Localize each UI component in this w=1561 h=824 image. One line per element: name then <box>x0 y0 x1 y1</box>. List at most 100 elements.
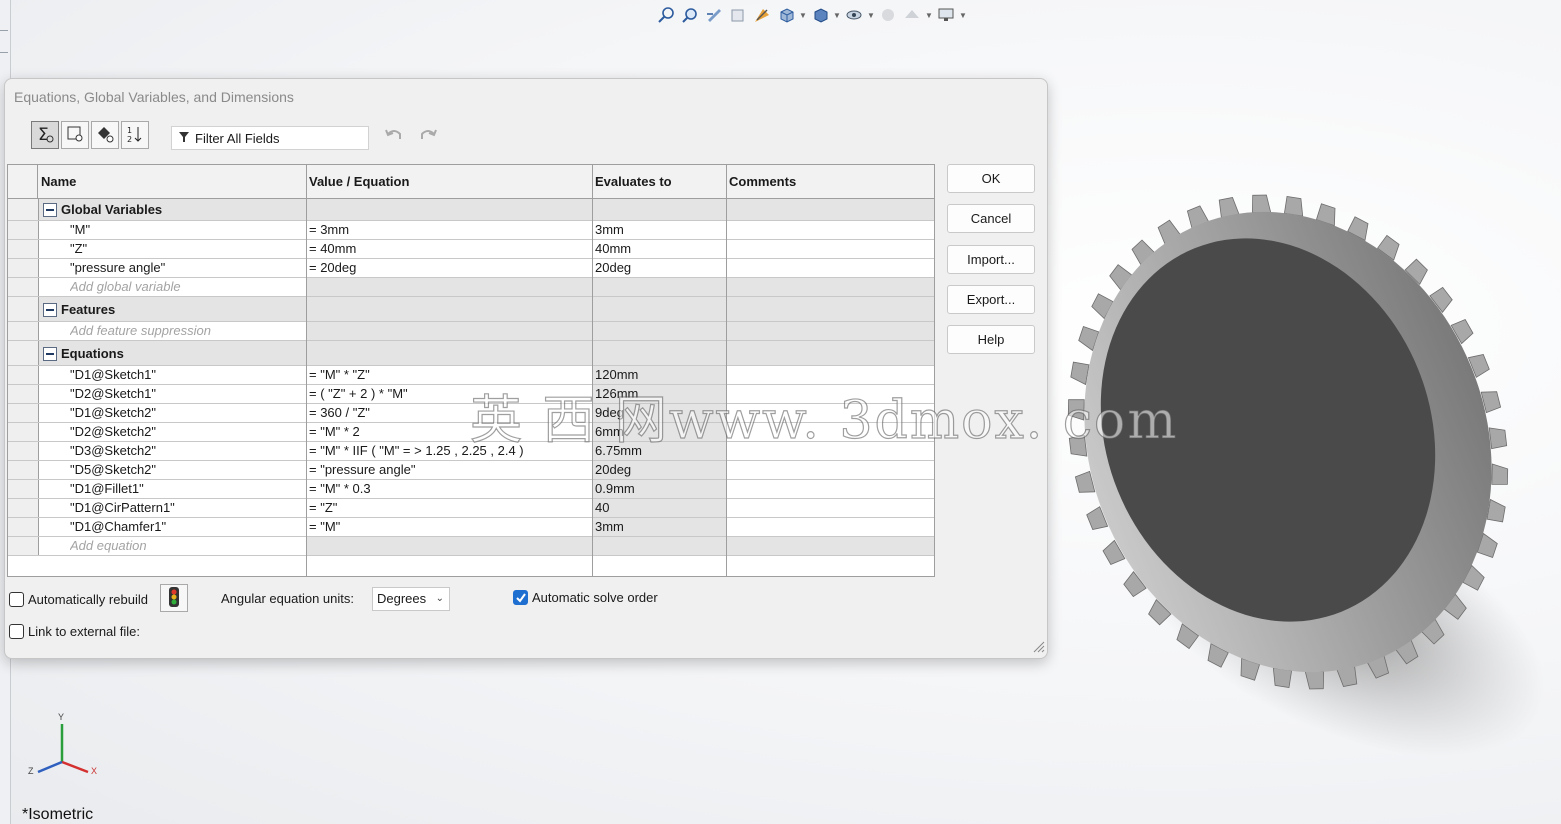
group-equations[interactable]: Equations <box>8 341 934 366</box>
chevron-down-icon[interactable]: ▼ <box>925 4 933 26</box>
name-cell[interactable]: "D3@Sketch2" <box>70 442 156 460</box>
name-cell[interactable]: "D1@Sketch1" <box>70 366 156 384</box>
value-cell[interactable]: = 40mm <box>309 240 356 258</box>
chevron-down-icon[interactable]: ▼ <box>833 4 841 26</box>
help-button[interactable]: Help <box>947 325 1035 354</box>
cancel-button[interactable]: Cancel <box>947 204 1035 233</box>
dimension-view-button[interactable] <box>91 121 119 149</box>
row-selector[interactable] <box>8 199 39 220</box>
name-cell[interactable]: "D1@CirPattern1" <box>70 499 175 517</box>
export-button[interactable]: Export... <box>947 285 1035 314</box>
view-settings-monitor-icon[interactable] <box>935 4 957 26</box>
import-button[interactable]: Import... <box>947 245 1035 274</box>
ok-button[interactable]: OK <box>947 164 1035 193</box>
value-cell[interactable]: = "M" * 0.3 <box>309 480 371 498</box>
name-cell[interactable]: "pressure angle" <box>70 259 165 277</box>
ordered-view-button[interactable]: 12 <box>121 121 149 149</box>
row-selector[interactable] <box>8 259 39 277</box>
chevron-down-icon[interactable]: ▼ <box>959 4 967 26</box>
row-selector[interactable] <box>8 518 39 536</box>
view-orientation-icon[interactable] <box>775 4 797 26</box>
name-cell[interactable]: "D1@Fillet1" <box>70 480 144 498</box>
row-selector[interactable] <box>8 221 39 239</box>
table-row[interactable]: "D1@CirPattern1" = "Z" 40 <box>8 499 934 518</box>
filter-field[interactable]: Filter All Fields <box>171 126 369 150</box>
collapse-global-icon[interactable] <box>43 203 57 217</box>
add-feature-suppression-row[interactable]: Add feature suppression <box>8 322 934 341</box>
name-cell[interactable]: "D2@Sketch2" <box>70 423 156 441</box>
auto-solve-checkbox[interactable] <box>513 590 528 605</box>
group-features[interactable]: Features <box>8 297 934 322</box>
value-cell[interactable]: = "M" <box>309 518 340 536</box>
value-cell[interactable]: = "pressure angle" <box>309 461 415 479</box>
value-cell[interactable]: = "Z" <box>309 499 337 517</box>
row-selector[interactable] <box>8 240 39 258</box>
chevron-down-icon[interactable]: ▼ <box>799 4 807 26</box>
row-selector[interactable] <box>8 442 39 460</box>
row-selector[interactable] <box>8 404 39 422</box>
column-evaluates-to[interactable]: Evaluates to <box>592 165 672 198</box>
row-selector[interactable] <box>8 366 39 384</box>
add-feature-suppression-placeholder[interactable]: Add feature suppression <box>70 322 211 340</box>
zoom-to-area-icon[interactable] <box>679 4 701 26</box>
apply-scene-icon[interactable] <box>901 4 923 26</box>
angular-units-select[interactable]: Degrees ⌄ <box>372 587 450 611</box>
group-global-variables[interactable]: Global Variables <box>8 199 934 221</box>
name-cell[interactable]: "Z" <box>70 240 87 258</box>
column-name[interactable]: Name <box>38 165 76 198</box>
table-row[interactable]: "D5@Sketch2" = "pressure angle" 20deg <box>8 461 934 480</box>
add-equation-row[interactable]: Add equation <box>8 537 934 556</box>
value-cell[interactable]: = 20deg <box>309 259 356 277</box>
row-selector[interactable] <box>8 322 39 340</box>
row-selector[interactable] <box>8 423 39 441</box>
column-comments[interactable]: Comments <box>726 165 796 198</box>
value-cell[interactable]: = 3mm <box>309 221 349 239</box>
value-cell[interactable]: = "M" * "Z" <box>309 366 370 384</box>
sketch-equation-view-button[interactable] <box>61 121 89 149</box>
table-row[interactable]: "M" = 3mm 3mm <box>8 221 934 240</box>
equations-table: Name Value / Equation Evaluates to Comme… <box>7 164 935 577</box>
collapse-features-icon[interactable] <box>43 303 57 317</box>
filter-placeholder: Filter All Fields <box>195 130 280 146</box>
display-style-icon[interactable] <box>809 4 831 26</box>
auto-rebuild-checkbox[interactable] <box>9 592 24 607</box>
table-row[interactable]: "D1@Fillet1" = "M" * 0.3 0.9mm <box>8 480 934 499</box>
row-selector[interactable] <box>8 480 39 498</box>
collapse-equations-icon[interactable] <box>43 347 57 361</box>
row-selector[interactable] <box>8 385 39 403</box>
redo-icon[interactable] <box>419 127 437 146</box>
equation-view-button[interactable]: Σ <box>31 121 59 149</box>
dynamic-annotation-icon[interactable] <box>751 4 773 26</box>
resize-grip-icon[interactable] <box>1033 641 1045 656</box>
table-row[interactable]: "Z" = 40mm 40mm <box>8 240 934 259</box>
value-cell[interactable]: = "M" * 2 <box>309 423 360 441</box>
name-cell[interactable]: "D5@Sketch2" <box>70 461 156 479</box>
row-selector[interactable] <box>8 278 39 296</box>
add-global-variable-placeholder[interactable]: Add global variable <box>70 278 181 296</box>
zoom-to-fit-icon[interactable] <box>655 4 677 26</box>
add-equation-placeholder[interactable]: Add equation <box>70 537 147 555</box>
edit-appearance-icon[interactable] <box>877 4 899 26</box>
hide-show-items-icon[interactable] <box>843 4 865 26</box>
add-global-variable-row[interactable]: Add global variable <box>8 278 934 297</box>
table-row[interactable]: "pressure angle" = 20deg 20deg <box>8 259 934 278</box>
row-selector[interactable] <box>8 537 39 555</box>
row-selector[interactable] <box>8 499 39 517</box>
row-selector[interactable] <box>8 297 39 321</box>
row-selector[interactable] <box>8 461 39 479</box>
rebuild-button[interactable] <box>160 584 188 612</box>
link-external-checkbox[interactable] <box>9 624 24 639</box>
undo-icon[interactable] <box>385 127 403 146</box>
chevron-down-icon[interactable]: ▼ <box>867 4 875 26</box>
value-cell[interactable]: = 360 / "Z" <box>309 404 370 422</box>
section-view-icon[interactable] <box>727 4 749 26</box>
row-selector[interactable] <box>8 341 39 365</box>
previous-view-icon[interactable] <box>703 4 725 26</box>
name-cell[interactable]: "D1@Chamfer1" <box>70 518 166 536</box>
name-cell[interactable]: "M" <box>70 221 90 239</box>
column-value-equation[interactable]: Value / Equation <box>306 165 409 198</box>
table-row[interactable]: "D1@Chamfer1" = "M" 3mm <box>8 518 934 537</box>
name-cell[interactable]: "D2@Sketch1" <box>70 385 156 403</box>
name-cell[interactable]: "D1@Sketch2" <box>70 404 156 422</box>
value-cell[interactable]: = ( "Z" + 2 ) * "M" <box>309 385 408 403</box>
